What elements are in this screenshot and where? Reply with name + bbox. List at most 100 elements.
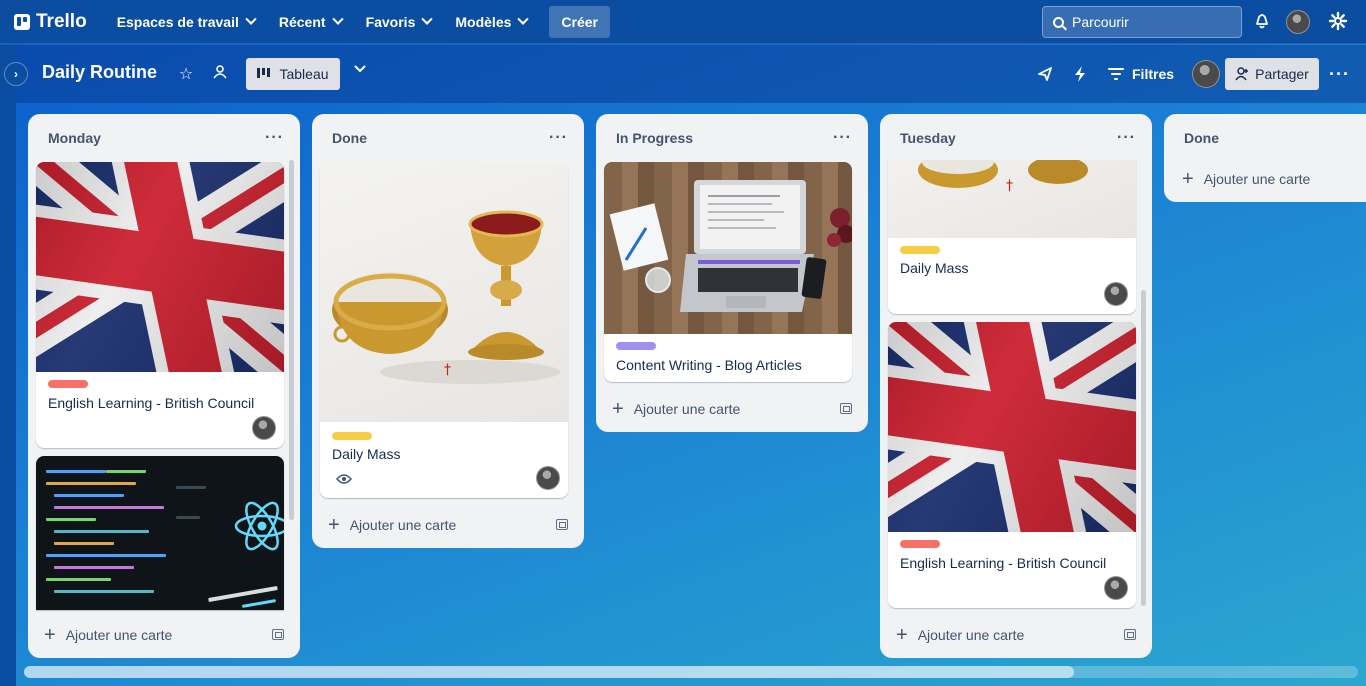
list-header[interactable]: Done ··· [312,114,584,162]
bell-icon[interactable] [1251,11,1273,33]
card-label[interactable] [48,380,88,388]
plus-icon: + [896,624,908,646]
trello-logo[interactable]: Trello [14,11,87,33]
add-card-button[interactable]: + Ajouter une carte [612,398,741,420]
add-member-icon [1235,67,1249,81]
board-scrollbar-thumb[interactable] [24,666,1074,678]
list-menu-icon[interactable]: ··· [1117,129,1136,147]
list-title[interactable]: In Progress [616,130,693,146]
board-view-label: Tableau [279,66,329,82]
card-english-learning[interactable]: English Learning - British Council [888,322,1136,608]
card-label[interactable] [900,540,940,548]
card-title: English Learning - British Council [900,555,1107,571]
gear-icon[interactable] [1327,11,1349,33]
card-cover-uk-flag [888,322,1136,532]
add-card-button[interactable]: + Ajouter une carte [328,514,456,536]
nav-templates-label: Modèles [455,13,512,30]
workspace-visibility-icon[interactable] [210,64,230,85]
list-menu-icon[interactable]: ··· [549,129,568,147]
card-label[interactable] [616,342,656,350]
filter-button[interactable]: Filtres [1108,58,1174,90]
add-card-label: Ajouter une carte [65,627,173,643]
list-header[interactable]: In Progress ··· [596,114,868,162]
list-menu-icon[interactable]: ··· [833,129,852,147]
list-title[interactable]: Monday [48,130,101,146]
nav-recent[interactable]: Récent [267,6,354,38]
filter-icon [1108,68,1124,80]
power-ups-icon[interactable] [1036,58,1054,90]
list-tuesday: Tuesday ··· † Daily Mass English Learnin… [880,114,1152,658]
plus-icon: + [612,398,624,420]
svg-text:†: † [444,362,451,378]
svg-text:†: † [1006,178,1013,194]
card-template-icon[interactable] [840,403,852,414]
card-title: English Learning - British Council [48,395,255,411]
plus-icon: + [44,624,56,646]
search-input[interactable]: Parcourir [1042,6,1242,38]
add-card-button[interactable]: + Ajouter une carte [1182,169,1311,189]
card-member-avatar[interactable] [536,466,560,490]
card-title: Content Writing - Blog Articles [616,357,802,373]
automation-icon[interactable] [1072,58,1088,90]
chevron-down-icon[interactable] [350,60,370,81]
list-header[interactable]: Done [1164,114,1366,162]
nav-starred[interactable]: Favoris [354,6,444,38]
search-placeholder: Parcourir [1072,14,1129,30]
card-english-learning[interactable]: English Learning - British Council [36,162,284,448]
list-header[interactable]: Monday ··· [28,114,300,162]
card-member-avatar[interactable] [252,416,276,440]
card-title: Daily Mass [900,260,969,276]
card-cover-uk-flag [36,162,284,372]
card-member-avatar[interactable] [1104,576,1128,600]
add-card-button[interactable]: + Ajouter une carte [896,624,1025,646]
trello-logo-icon [14,13,30,30]
plus-icon: + [328,514,340,536]
card-template-icon[interactable] [1124,629,1136,640]
card-template-icon[interactable] [556,519,568,530]
list-cards-scroll[interactable]: † Daily Mass English Learning - British … [880,160,1152,612]
nav-starred-label: Favoris [365,13,416,30]
nav-templates[interactable]: Modèles [443,6,539,38]
add-card-label: Ajouter une carte [1203,171,1311,187]
avatar[interactable] [1286,10,1310,34]
list-title[interactable]: Tuesday [900,130,956,146]
list-title[interactable]: Done [332,130,367,146]
more-icon[interactable]: ··· [1329,58,1350,90]
search-icon [1053,16,1064,28]
board-member-avatar[interactable] [1192,60,1220,88]
card-daily-mass[interactable]: † Daily Mass [320,162,568,498]
add-card-label: Ajouter une carte [633,401,741,417]
sidebar-expand-icon[interactable]: › [4,62,28,86]
logo-text: Trello [36,10,87,32]
nav-recent-label: Récent [278,13,326,30]
create-button[interactable]: Créer [549,5,610,38]
list-monday: Monday ··· English Learning - British Co… [28,114,300,658]
card-cover-chalice: † [888,160,1136,238]
chevron-down-icon [517,13,530,25]
add-card-label: Ajouter une carte [917,627,1025,643]
star-icon[interactable]: ☆ [176,64,196,84]
list-title[interactable]: Done [1184,130,1219,146]
board-title[interactable]: Daily Routine [42,62,157,83]
card-code-screenshot[interactable] [36,456,284,610]
list-header[interactable]: Tuesday ··· [880,114,1152,162]
list-scrollbar[interactable] [289,160,294,520]
list-scrollbar[interactable] [1141,290,1146,606]
share-label: Partager [1255,66,1309,82]
nav-workspaces[interactable]: Espaces de travail [105,6,267,38]
board-view-button[interactable]: Tableau [246,58,340,90]
share-button[interactable]: Partager [1225,58,1319,90]
card-member-avatar[interactable] [1104,282,1128,306]
card-label[interactable] [332,432,372,440]
list-menu-icon[interactable]: ··· [265,129,284,147]
filter-label: Filtres [1132,66,1175,82]
add-card-button[interactable]: + Ajouter une carte [44,624,173,646]
card-content-writing[interactable]: Content Writing - Blog Articles [604,162,852,382]
board-view-icon [257,68,271,78]
card-daily-mass[interactable]: † Daily Mass [888,160,1136,314]
card-cover-laptop [604,162,852,334]
card-template-icon[interactable] [272,629,284,640]
chevron-down-icon [331,13,344,25]
list-done-2: Done + Ajouter une carte [1164,114,1366,202]
card-label[interactable] [900,246,940,254]
